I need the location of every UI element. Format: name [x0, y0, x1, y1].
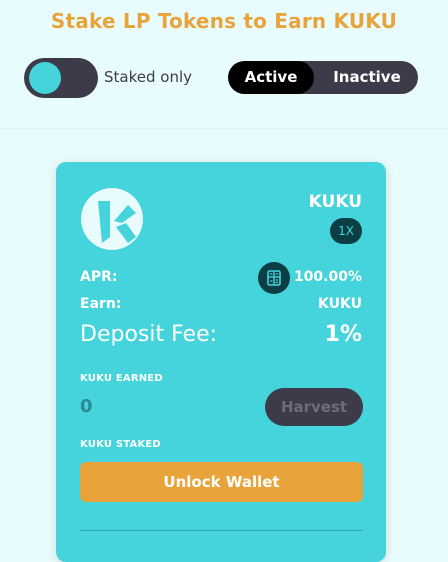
active-inactive-switch: Active Inactive: [228, 61, 418, 94]
earn-value: KUKU: [318, 296, 362, 312]
staked-only-toggle[interactable]: [24, 58, 98, 98]
calculator-icon[interactable]: [258, 262, 290, 294]
earned-caption: KUKU EARNED: [80, 373, 163, 384]
deposit-fee-value: 1%: [324, 322, 362, 347]
earned-amount: 0: [80, 396, 93, 417]
farm-card: KUKU 1X APR: 100.00% Earn: KUKU Deposit …: [56, 162, 386, 562]
deposit-fee-label: Deposit Fee:: [80, 322, 218, 347]
tab-inactive[interactable]: Inactive: [316, 61, 418, 94]
token-name: KUKU: [308, 192, 362, 212]
apr-value: 100.00%: [293, 269, 362, 285]
staked-caption: KUKU STAKED: [80, 439, 161, 450]
page-title: Stake LP Tokens to Earn KUKU: [50, 9, 398, 33]
kuku-logo-icon: [81, 188, 143, 250]
tab-active[interactable]: Active: [228, 61, 314, 94]
toggle-knob: [29, 62, 61, 94]
harvest-button[interactable]: Harvest: [265, 388, 363, 426]
apr-label: APR:: [80, 269, 118, 285]
card-divider: [80, 530, 363, 531]
multiplier-badge: 1X: [330, 218, 362, 244]
filter-bar: Staked only Active Inactive: [0, 58, 448, 98]
earn-label: Earn:: [80, 296, 122, 312]
staked-only-label: Staked only: [104, 68, 192, 86]
unlock-wallet-button[interactable]: Unlock Wallet: [80, 462, 363, 502]
section-divider: [0, 128, 448, 129]
